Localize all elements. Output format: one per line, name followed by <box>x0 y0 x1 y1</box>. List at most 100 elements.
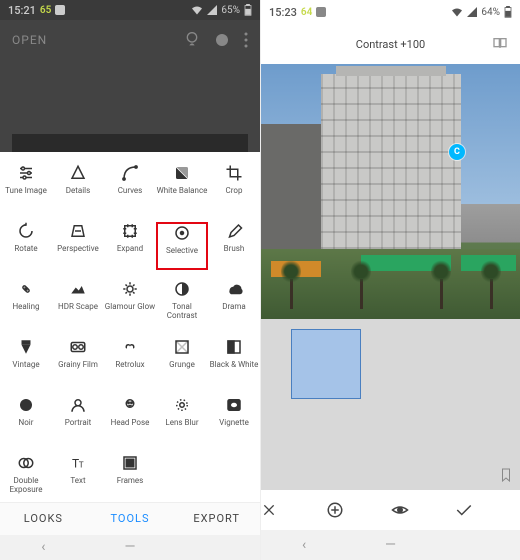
noir-tool[interactable]: Noir <box>0 396 52 444</box>
nav-back[interactable]: ‹ <box>261 537 347 553</box>
android-navbar: ‹ ― <box>0 535 260 560</box>
battery-icon <box>244 4 252 16</box>
battery-text: 65% <box>221 5 240 16</box>
tool-label: Text <box>70 477 85 486</box>
hdr-scape-tool[interactable]: HDR Scape <box>52 280 104 328</box>
drama-tool-icon <box>225 280 243 298</box>
more-icon[interactable] <box>244 32 248 48</box>
tool-label: Crop <box>226 187 243 196</box>
drama-tool[interactable]: Drama <box>208 280 260 328</box>
slider-thumb[interactable] <box>291 329 361 399</box>
glamour-glow-tool[interactable]: Glamour Glow <box>104 280 156 328</box>
tool-label: Vignette <box>219 419 249 428</box>
adjustment-title: Contrast +100 <box>356 38 425 51</box>
black-white-tool[interactable]: Black & White <box>208 338 260 386</box>
portrait-tool[interactable]: Portrait <box>52 396 104 444</box>
curves-tool[interactable]: Curves <box>104 164 156 212</box>
tool-label: Grainy Film <box>58 361 98 370</box>
editor-canvas-area: C <box>261 64 520 490</box>
tool-label: Grunge <box>169 361 195 370</box>
bottom-tabs: LOOKS TOOLS EXPORT <box>0 502 260 534</box>
crop-tool[interactable]: Crop <box>208 164 260 212</box>
open-button[interactable]: OPEN <box>12 33 47 47</box>
tab-tools[interactable]: TOOLS <box>87 503 174 534</box>
black-white-tool-icon <box>225 338 243 356</box>
tool-label: HDR Scape <box>58 303 98 312</box>
status-bar: 15:23 64 64% <box>261 0 520 24</box>
apply-button[interactable] <box>455 503 520 517</box>
frames-tool-icon <box>121 454 139 472</box>
tonal-contrast-tool-icon <box>173 280 191 298</box>
info-icon[interactable] <box>214 32 230 48</box>
tool-label: Retrolux <box>115 361 144 370</box>
tool-label: Curves <box>118 187 143 196</box>
nav-back[interactable]: ‹ <box>0 539 87 555</box>
cancel-button[interactable] <box>261 502 326 518</box>
right-screenshot: 15:23 64 64% Contrast +100 <box>260 0 520 560</box>
retrolux-tool[interactable]: Retrolux <box>104 338 156 386</box>
tonal-contrast-tool[interactable]: Tonal Contrast <box>156 280 208 328</box>
status-bar: 15:21 65 65% <box>0 0 260 20</box>
tab-looks[interactable]: LOOKS <box>0 503 87 534</box>
vignette-tool-icon <box>225 396 243 414</box>
add-point-button[interactable] <box>326 501 391 519</box>
app-icon <box>316 7 326 17</box>
lens-blur-tool[interactable]: Lens Blur <box>156 396 208 444</box>
tool-label: Perspective <box>57 245 99 254</box>
grainy-film-tool[interactable]: Grainy Film <box>52 338 104 386</box>
grunge-tool[interactable]: Grunge <box>156 338 208 386</box>
brush-tool[interactable]: Brush <box>208 222 260 270</box>
white-balance-tool[interactable]: White Balance <box>156 164 208 212</box>
slider-area[interactable] <box>261 319 520 490</box>
text-tool[interactable]: TT Text <box>52 454 104 502</box>
grainy-film-tool-icon <box>69 338 87 356</box>
tools-panel: Tune Image Details Curves White Balance Crop… <box>0 152 260 502</box>
tool-label: Lens Blur <box>165 419 198 428</box>
healing-tool-icon <box>17 280 35 298</box>
tool-label: Frames <box>117 477 144 486</box>
tutorial-icon[interactable] <box>492 36 508 52</box>
curves-tool-icon <box>121 164 139 182</box>
tool-label: Selective <box>166 247 198 256</box>
rotate-tool[interactable]: Rotate <box>0 222 52 270</box>
details-tool[interactable]: Details <box>52 164 104 212</box>
tool-label: Noir <box>19 419 34 428</box>
tool-label: Head Pose <box>111 419 150 428</box>
tool-label: Double Exposure <box>0 477 52 495</box>
vignette-tool[interactable]: Vignette <box>208 396 260 444</box>
preview-button[interactable] <box>391 504 456 516</box>
image-info-icon[interactable] <box>184 32 200 48</box>
glamour-glow-tool-icon <box>121 280 139 298</box>
expand-tool[interactable]: Expand <box>104 222 156 270</box>
tool-label: Drama <box>222 303 246 312</box>
battery-icon <box>504 6 512 18</box>
vintage-tool[interactable]: Vintage <box>0 338 52 386</box>
healing-tool[interactable]: Healing <box>0 280 52 328</box>
marker-label: C <box>454 147 460 157</box>
bookmark-icon[interactable] <box>500 468 512 482</box>
retrolux-tool-icon <box>121 338 139 356</box>
head-pose-tool[interactable]: Head Pose <box>104 396 156 444</box>
status-time: 15:21 <box>8 4 36 17</box>
status-temp: 65 <box>40 5 51 16</box>
selective-point[interactable]: C <box>449 144 465 160</box>
adjustment-header: Contrast +100 <box>261 24 520 64</box>
nav-home[interactable]: ― <box>347 537 433 553</box>
expand-tool-icon <box>121 222 139 240</box>
photo-preview[interactable]: C <box>261 64 520 319</box>
selective-tool[interactable]: Selective <box>156 222 208 270</box>
noir-tool-icon <box>17 396 35 414</box>
rotate-tool-icon <box>17 222 35 240</box>
tab-export[interactable]: EXPORT <box>173 503 260 534</box>
text-tool-icon: TT <box>69 454 87 472</box>
perspective-tool[interactable]: Perspective <box>52 222 104 270</box>
portrait-tool-icon <box>69 396 87 414</box>
double-exposure-tool[interactable]: Double Exposure <box>0 454 52 502</box>
tool-label: Tune Image <box>5 187 47 196</box>
hdr-scape-tool-icon <box>69 280 87 298</box>
tool-label: Glamour Glow <box>105 303 155 312</box>
frames-tool[interactable]: Frames <box>104 454 156 502</box>
tune-image-tool[interactable]: Tune Image <box>0 164 52 212</box>
editor-actions <box>261 490 520 530</box>
nav-home[interactable]: ― <box>87 539 174 555</box>
